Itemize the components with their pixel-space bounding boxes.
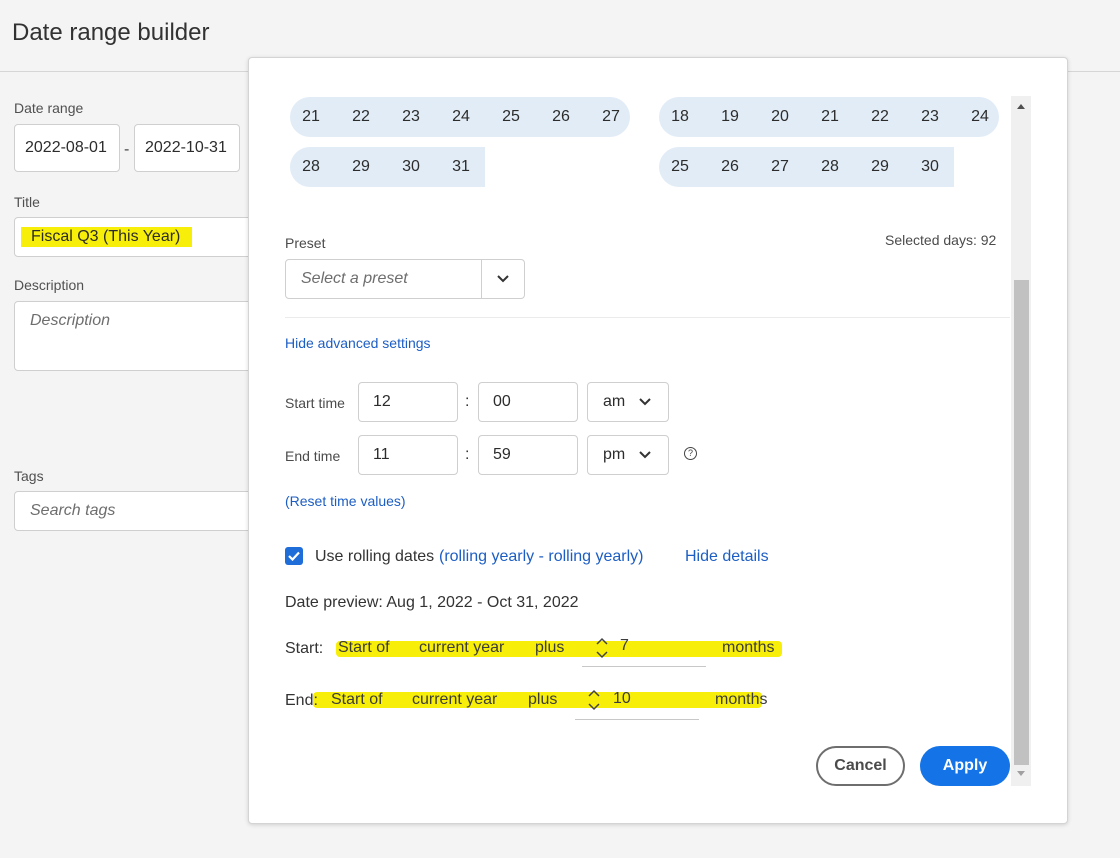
calendar-right-row-1: 18 19 20 21 22 23 24 xyxy=(659,97,999,137)
calendar-day[interactable]: 21 xyxy=(805,97,855,137)
end-hour-input[interactable]: 11 xyxy=(358,435,458,475)
calendar-day[interactable]: 25 xyxy=(655,147,705,187)
start-operator-select[interactable]: plus xyxy=(535,639,564,657)
calendar-day[interactable]: 28 xyxy=(286,147,336,187)
start-period-select[interactable]: current year xyxy=(419,639,504,657)
calendar-day[interactable]: 29 xyxy=(855,147,905,187)
end-label: End: xyxy=(285,692,318,709)
chevron-down-icon xyxy=(639,451,651,459)
tags-search-input[interactable]: Search tags xyxy=(14,491,254,531)
cancel-button[interactable]: Cancel xyxy=(816,746,905,786)
description-field[interactable]: Description xyxy=(14,301,254,371)
end-anchor-select[interactable]: Start of xyxy=(331,691,383,709)
calendar-day[interactable]: 24 xyxy=(955,97,1005,137)
end-value-underline xyxy=(575,719,699,720)
calendar-day[interactable]: 26 xyxy=(536,97,586,137)
divider xyxy=(285,317,1010,318)
end-minute-input[interactable]: 59 xyxy=(478,435,578,475)
preset-placeholder: Select a preset xyxy=(301,270,408,287)
page-title: Date range builder xyxy=(12,19,210,46)
start-hour-input[interactable]: 12 xyxy=(358,382,458,422)
calendar-right-row-2: 25 26 27 28 29 30 xyxy=(659,147,954,187)
calendar-day[interactable]: 23 xyxy=(386,97,436,137)
title-value: Fiscal Q3 (This Year) xyxy=(21,227,193,247)
calendar-day[interactable]: 19 xyxy=(705,97,755,137)
title-field[interactable]: Fiscal Q3 (This Year) xyxy=(14,217,254,257)
calendar-left-row-2: 28 29 30 31 xyxy=(290,147,485,187)
end-value-input[interactable]: 10 xyxy=(613,690,631,708)
scroll-down-arrow-icon[interactable] xyxy=(1017,771,1025,776)
scrollbar[interactable] xyxy=(1011,96,1031,786)
scrollbar-thumb[interactable] xyxy=(1014,280,1029,765)
hide-details-link[interactable]: Hide details xyxy=(685,548,769,566)
rolling-dates-checkbox[interactable] xyxy=(285,547,303,565)
date-range-label: Date range xyxy=(14,100,84,116)
chevron-down-icon xyxy=(639,398,651,406)
start-unit-select[interactable]: months xyxy=(722,639,774,657)
start-value-input[interactable]: 7 xyxy=(620,637,629,655)
end-period-select[interactable]: current year xyxy=(412,691,497,709)
start-date-field[interactable]: 2022-08-01 xyxy=(14,124,120,172)
hide-advanced-settings-link[interactable]: Hide advanced settings xyxy=(285,335,431,351)
calendar-day[interactable]: 25 xyxy=(486,97,536,137)
description-placeholder: Description xyxy=(30,312,111,329)
calendar-left-row-1: 21 22 23 24 25 26 27 xyxy=(290,97,630,137)
date-preview: Date preview: Aug 1, 2022 - Oct 31, 2022 xyxy=(285,594,579,611)
rolling-dates-label: Use rolling dates xyxy=(315,548,435,565)
end-ampm-select[interactable]: pm xyxy=(587,435,669,475)
calendar-day[interactable]: 21 xyxy=(286,97,336,137)
scroll-up-arrow-icon[interactable] xyxy=(1017,104,1025,109)
start-minute-input[interactable]: 00 xyxy=(478,382,578,422)
end-time-label: End time xyxy=(285,448,341,464)
checkmark-icon xyxy=(288,551,300,561)
calendar-day[interactable]: 29 xyxy=(336,147,386,187)
end-unit-select[interactable]: months xyxy=(715,691,767,709)
time-colon: : xyxy=(465,393,470,410)
reset-time-values-link[interactable]: (Reset time values) xyxy=(285,493,406,509)
stepper-arrows-icon[interactable] xyxy=(595,636,609,660)
start-ampm-select[interactable]: am xyxy=(587,382,669,422)
selected-days-count: Selected days: 92 xyxy=(885,232,997,248)
tags-label: Tags xyxy=(14,468,44,484)
tags-placeholder: Search tags xyxy=(30,502,116,519)
calendar-day[interactable]: 22 xyxy=(855,97,905,137)
calendar-day[interactable]: 20 xyxy=(755,97,805,137)
start-value-underline xyxy=(582,666,706,667)
calendar-day[interactable]: 27 xyxy=(586,97,636,137)
calendar-day[interactable]: 22 xyxy=(336,97,386,137)
date-separator: - xyxy=(124,141,130,158)
calendar-day[interactable]: 18 xyxy=(655,97,705,137)
apply-button[interactable]: Apply xyxy=(920,746,1010,786)
date-picker-modal: 21 22 23 24 25 26 27 28 29 30 31 18 19 2… xyxy=(248,57,1068,824)
end-date-field[interactable]: 2022-10-31 xyxy=(134,124,240,172)
calendar-day[interactable]: 31 xyxy=(436,147,486,187)
calendar-day[interactable]: 30 xyxy=(386,147,436,187)
description-label: Description xyxy=(14,277,85,293)
rolling-summary-link[interactable]: (rolling yearly - rolling yearly) xyxy=(439,548,644,566)
end-ampm-value: pm xyxy=(603,446,626,463)
stepper-arrows-icon[interactable] xyxy=(587,688,601,712)
calendar-day[interactable]: 27 xyxy=(755,147,805,187)
calendar-day[interactable]: 24 xyxy=(436,97,486,137)
start-time-label: Start time xyxy=(285,395,345,411)
preset-dropdown[interactable]: Select a preset xyxy=(285,259,525,299)
calendar-day[interactable]: 26 xyxy=(705,147,755,187)
start-ampm-value: am xyxy=(603,393,626,410)
calendar-day[interactable]: 28 xyxy=(805,147,855,187)
time-colon: : xyxy=(465,446,470,463)
start-anchor-select[interactable]: Start of xyxy=(338,639,390,657)
chevron-down-icon[interactable] xyxy=(481,260,524,298)
calendar-day[interactable]: 23 xyxy=(905,97,955,137)
calendar-day[interactable]: 30 xyxy=(905,147,955,187)
end-operator-select[interactable]: plus xyxy=(528,691,557,709)
preset-label: Preset xyxy=(285,235,326,251)
start-label: Start: xyxy=(285,640,324,657)
title-label: Title xyxy=(14,194,40,210)
help-icon[interactable]: ? xyxy=(684,447,697,460)
